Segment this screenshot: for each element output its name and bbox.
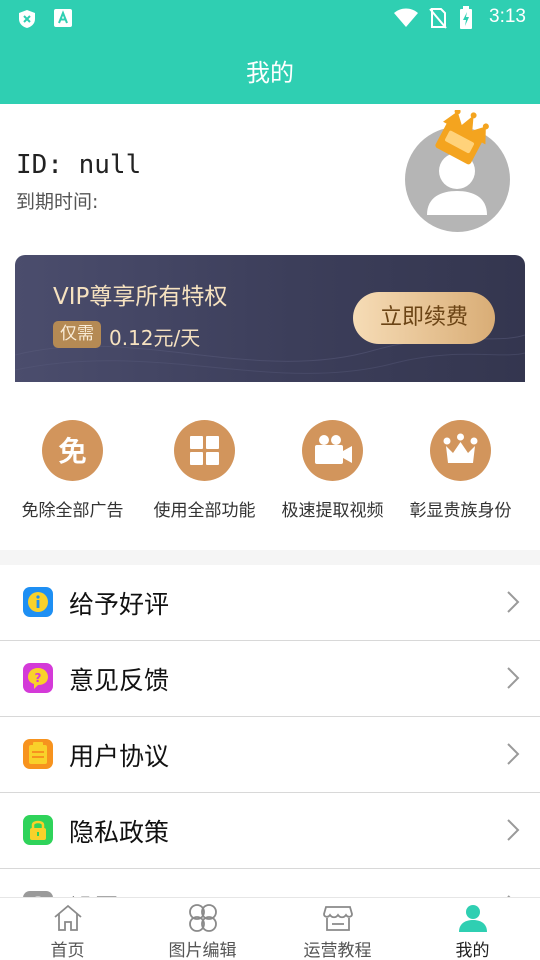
question-icon: ?	[28, 668, 48, 689]
nav-label: 我的	[455, 941, 490, 960]
perk-all-features: 使用全部功能	[137, 382, 272, 550]
chevron-right-icon	[507, 667, 520, 689]
perk-label: 极速提取视频	[281, 501, 384, 521]
video-camera-icon	[315, 435, 352, 464]
nav-tutorial[interactable]: 运营教程	[270, 898, 405, 960]
vip-perks: 免 免除全部广告 使用全部功能 极速提取视频 彰显贵族身份	[0, 382, 540, 550]
section-divider	[0, 550, 540, 565]
expire-time-label: 到期时间:	[16, 191, 99, 213]
status-time: 3:13	[489, 6, 526, 27]
renew-button[interactable]: 立即续费	[353, 292, 495, 344]
info-icon	[28, 592, 48, 612]
top-bar: 我的	[0, 36, 540, 104]
menu-item-user-agreement[interactable]: 用户协议	[0, 717, 540, 793]
perk-icon-circle: 免	[42, 420, 103, 481]
nav-label: 首页	[50, 941, 85, 960]
home-icon	[53, 904, 82, 931]
menu-label: 意见反馈	[69, 666, 170, 695]
user-id: ID: null	[16, 150, 142, 180]
vip-title: VIP尊享所有特权	[53, 284, 228, 310]
perk-noble: 彰显贵族身份	[393, 382, 528, 550]
store-icon	[322, 906, 353, 931]
font-a-icon	[54, 9, 72, 27]
perk-icon-circle	[302, 420, 363, 481]
menu-label: 用户协议	[69, 742, 170, 771]
crown-icon	[443, 433, 478, 463]
nav-home[interactable]: 首页	[0, 898, 135, 960]
battery-charging-icon	[460, 6, 472, 29]
perk-label: 免除全部广告	[21, 501, 124, 521]
lock-icon	[30, 820, 46, 840]
shield-x-icon	[19, 10, 35, 28]
wifi-icon	[394, 8, 418, 27]
menu-item-rate[interactable]: 给予好评	[0, 565, 540, 641]
free-icon: 免	[58, 435, 86, 468]
bottom-nav: 首页 图片编辑 运营教程 我的	[0, 897, 540, 960]
menu-item-feedback[interactable]: ? 意见反馈	[0, 641, 540, 717]
menu-icon-bg: ?	[23, 663, 53, 693]
perk-no-ads: 免 免除全部广告	[5, 382, 140, 550]
status-bar: 3:13	[0, 0, 540, 36]
vip-price-tag: 仅需	[53, 321, 101, 348]
menu-label: 隐私政策	[69, 818, 170, 847]
clover-icon	[188, 904, 217, 932]
document-icon	[29, 742, 47, 764]
chevron-right-icon	[507, 819, 520, 841]
nav-image-edit[interactable]: 图片编辑	[135, 898, 270, 960]
svg-text:?: ?	[35, 671, 42, 685]
nav-mine[interactable]: 我的	[405, 898, 540, 960]
svg-text:免: 免	[58, 435, 86, 468]
perk-icon-circle	[174, 420, 235, 481]
vip-card: VIP尊享所有特权 仅需 0.12元/天 立即续费	[15, 255, 525, 382]
perk-label: 使用全部功能	[153, 501, 256, 521]
grid-icon	[190, 436, 219, 465]
perk-icon-circle	[430, 420, 491, 481]
menu-icon-bg	[23, 739, 53, 769]
page-title: 我的	[246, 59, 294, 87]
no-sim-icon	[429, 8, 447, 29]
chevron-right-icon	[507, 743, 520, 765]
perk-fast-video: 极速提取视频	[265, 382, 400, 550]
user-icon	[458, 905, 487, 932]
crown-icon	[435, 110, 489, 165]
nav-label: 图片编辑	[168, 941, 237, 960]
nav-label: 运营教程	[303, 941, 372, 960]
perk-label: 彰显贵族身份	[409, 501, 512, 521]
menu-icon-bg	[23, 587, 53, 617]
chevron-right-icon	[507, 591, 520, 613]
menu-icon-bg	[23, 815, 53, 845]
vip-price: 0.12元/天	[109, 326, 201, 350]
menu-item-privacy-policy[interactable]: 隐私政策	[0, 793, 540, 869]
menu-label: 给予好评	[69, 590, 170, 619]
